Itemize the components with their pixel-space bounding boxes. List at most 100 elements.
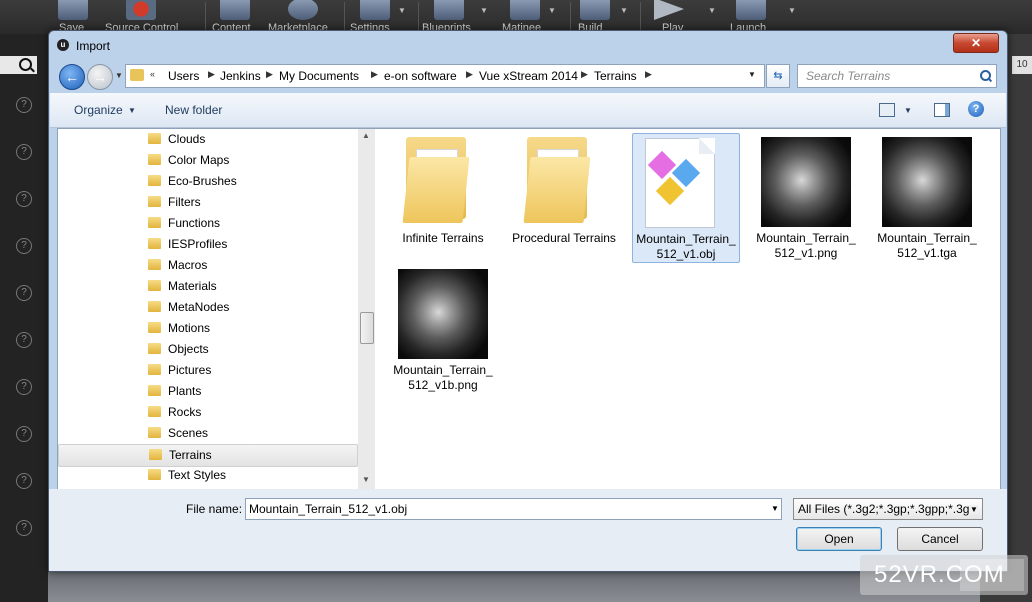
breadcrumb-item[interactable]: My Documents <box>279 69 359 83</box>
tree-item[interactable]: Plants <box>58 381 356 402</box>
scroll-thumb[interactable] <box>360 312 374 344</box>
folder-icon <box>148 343 161 354</box>
tree-item[interactable]: Scenes <box>58 423 356 444</box>
tree-item-label: Terrains <box>169 448 212 462</box>
tree-item[interactable]: Filters <box>58 192 356 213</box>
organize-button[interactable]: Organize <box>74 103 123 117</box>
play-toolbar-button[interactable]: Play ▼ <box>652 0 720 34</box>
preview-pane-icon[interactable] <box>934 103 950 117</box>
open-button[interactable]: Open <box>796 527 882 551</box>
breadcrumb-item[interactable]: e-on software <box>384 69 457 83</box>
search-input[interactable]: Search Terrains <box>797 64 997 88</box>
tree-item-label: Objects <box>168 342 209 356</box>
chevron-down-icon[interactable]: ▼ <box>128 106 136 115</box>
panel-search-box[interactable] <box>0 56 37 74</box>
folder-icon <box>148 133 161 144</box>
cancel-button[interactable]: Cancel <box>897 527 983 551</box>
help-icon[interactable]: ? <box>16 332 32 348</box>
breadcrumb-chevron-icon[interactable]: ▶ <box>466 69 473 80</box>
close-button[interactable]: ✕ <box>953 33 999 53</box>
breadcrumb-chevron-icon[interactable]: ▶ <box>371 69 378 80</box>
breadcrumb-chevron-icon[interactable]: ▶ <box>208 69 215 80</box>
source-control-icon <box>126 0 156 20</box>
tree-item[interactable]: MetaNodes <box>58 297 356 318</box>
tree-item[interactable]: Macros <box>58 255 356 276</box>
matinee-toolbar-button[interactable]: Matinee ▼ <box>502 0 566 34</box>
file-item[interactable]: Infinite Terrains <box>390 133 496 261</box>
play-icon <box>654 0 684 20</box>
new-folder-button[interactable]: New folder <box>165 103 222 117</box>
tree-item[interactable]: Functions <box>58 213 356 234</box>
tree-item[interactable]: Text Styles <box>58 465 356 486</box>
blueprints-toolbar-button[interactable]: Blueprints ▼ <box>422 0 494 34</box>
tree-item[interactable]: Materials <box>58 276 356 297</box>
breadcrumb-item[interactable]: Users <box>168 69 199 83</box>
tree-item-selected[interactable]: Terrains <box>58 444 358 467</box>
forward-button[interactable]: → <box>87 64 113 90</box>
recent-locations-dropdown[interactable]: ▼ <box>115 71 123 80</box>
back-button[interactable]: ← <box>59 64 85 90</box>
tree-item[interactable]: Pictures <box>58 360 356 381</box>
blueprints-icon <box>434 0 464 20</box>
right-panel-value[interactable]: 10 <box>1012 56 1032 74</box>
save-toolbar-button[interactable]: Save <box>56 0 96 34</box>
refresh-button[interactable]: ⇆ <box>766 64 790 88</box>
help-icon[interactable]: ? <box>16 520 32 536</box>
breadcrumb-item[interactable]: Terrains <box>594 69 637 83</box>
chevron-down-icon[interactable]: ▼ <box>904 106 912 115</box>
help-icon[interactable]: ? <box>16 285 32 301</box>
breadcrumb-chevron-icon[interactable]: ▶ <box>645 69 652 80</box>
tree-item[interactable]: Objects <box>58 339 356 360</box>
tree-item[interactable]: Eco-Brushes <box>58 171 356 192</box>
file-item[interactable]: Procedural Terrains <box>511 133 617 261</box>
tree-item[interactable]: Clouds <box>58 129 356 150</box>
file-item[interactable]: Mountain_Terrain_512_v1.png <box>753 133 859 261</box>
file-name: Mountain_Terrain_512_v1.tga <box>877 231 977 260</box>
command-bar: Organize ▼ New folder ▼ ? <box>50 93 1006 128</box>
file-item[interactable]: Mountain_Terrain_512_v1b.png <box>390 265 496 393</box>
help-icon[interactable]: ? <box>16 426 32 442</box>
build-toolbar-button[interactable]: Build ▼ <box>578 0 628 34</box>
content-toolbar-button[interactable]: Content <box>212 0 260 34</box>
file-item-selected[interactable]: Mountain_Terrain_512_v1.obj <box>632 133 740 263</box>
help-icon[interactable]: ? <box>16 379 32 395</box>
folder-icon <box>148 469 161 480</box>
tree-item[interactable]: Rocks <box>58 402 356 423</box>
dialog-titlebar[interactable]: u Import ✕ <box>49 31 1007 57</box>
scroll-up-icon[interactable]: ▲ <box>362 131 370 140</box>
marketplace-toolbar-button[interactable]: Marketplace <box>268 0 338 34</box>
file-name: Procedural Terrains <box>512 231 616 245</box>
overflow-chevron-icon[interactable]: « <box>150 69 155 79</box>
help-icon[interactable]: ? <box>16 238 32 254</box>
help-icon[interactable]: ? <box>16 97 32 113</box>
breadcrumb-item[interactable]: Vue xStream 2014 <box>479 69 578 83</box>
settings-toolbar-button[interactable]: Settings ▼ <box>350 0 414 34</box>
view-mode-icon[interactable] <box>879 103 895 117</box>
tree-item[interactable]: IESProfiles <box>58 234 356 255</box>
tree-item[interactable]: Color Maps <box>58 150 356 171</box>
tree-item-label: Motions <box>168 321 211 335</box>
chevron-down-icon[interactable]: ▼ <box>771 504 779 513</box>
launch-toolbar-button[interactable]: Launch ▼ <box>730 0 802 34</box>
breadcrumb-chevron-icon[interactable]: ▶ <box>266 69 273 80</box>
breadcrumb-chevron-icon[interactable]: ▶ <box>581 69 588 80</box>
file-name-field[interactable]: Mountain_Terrain_512_v1.obj <box>245 498 782 520</box>
folder-icon <box>148 196 161 207</box>
help-icon[interactable]: ? <box>16 191 32 207</box>
breadcrumb-item[interactable]: Jenkins <box>220 69 261 83</box>
file-type-filter[interactable]: All Files (*.3g2;*.3gp;*.3gpp;*.3g ▼ <box>793 498 983 520</box>
help-icon[interactable]: ? <box>16 473 32 489</box>
address-dropdown-icon[interactable]: ▼ <box>748 70 756 79</box>
dialog-title: Import <box>76 39 111 53</box>
tree-item-label: Rocks <box>168 405 202 419</box>
help-icon[interactable]: ? <box>16 144 32 160</box>
folder-icon <box>148 217 161 228</box>
source-control-toolbar-button[interactable]: Source Control <box>104 0 188 34</box>
help-icon[interactable]: ? <box>968 101 984 117</box>
scroll-down-icon[interactable]: ▼ <box>362 475 370 484</box>
file-item[interactable]: Mountain_Terrain_512_v1.tga <box>874 133 980 261</box>
tree-item[interactable]: Motions <box>58 318 356 339</box>
address-bar[interactable]: « Users ▶ Jenkins ▶ My Documents ▶ e-on … <box>125 64 765 88</box>
tree-item-label: Text Styles <box>168 468 227 482</box>
navigation-scrollbar[interactable]: ▲ ▼ <box>358 129 375 489</box>
